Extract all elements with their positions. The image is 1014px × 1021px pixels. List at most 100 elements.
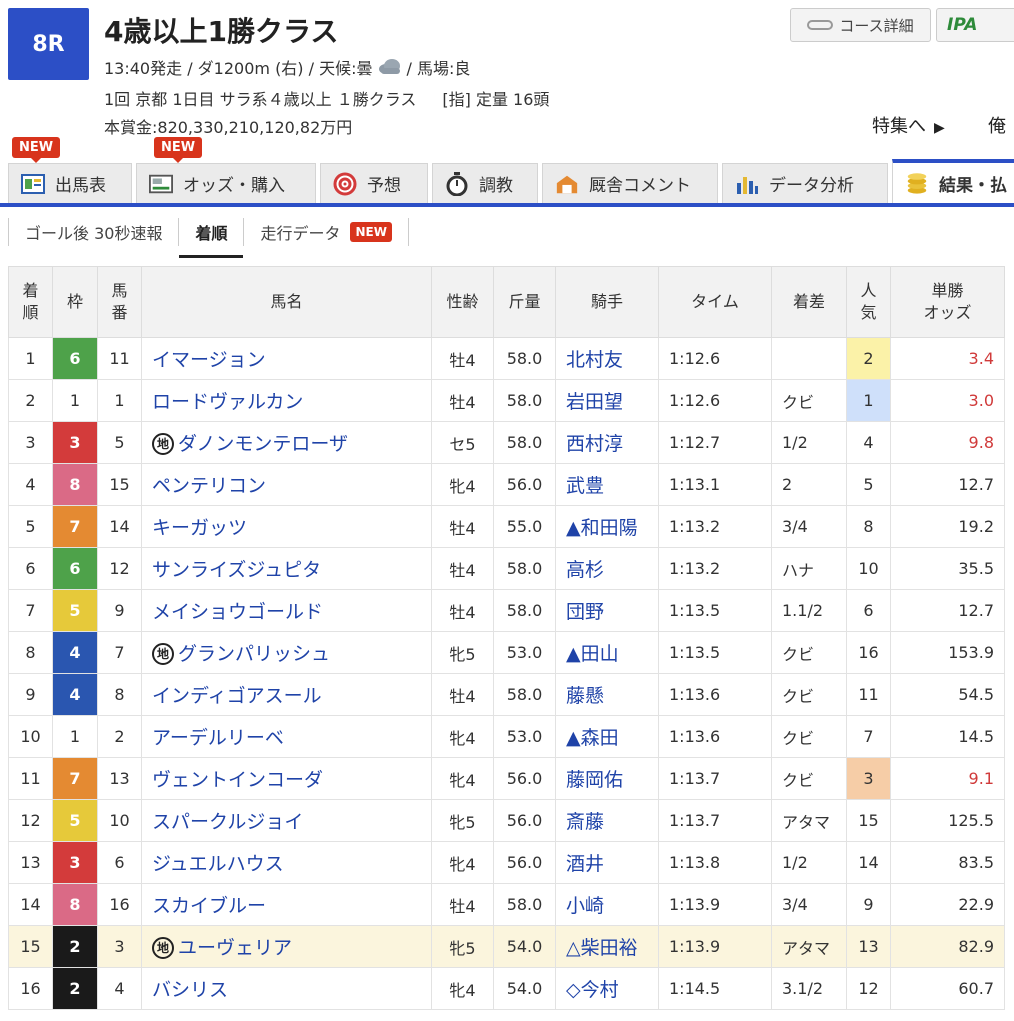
horse-name-link[interactable]: キーガッツ [152, 517, 247, 539]
subtab-finish-order[interactable]: 着順 [179, 218, 245, 258]
horse-name-link[interactable]: バシリス [152, 979, 228, 1001]
subtab-running-data-label: 走行データ [260, 224, 341, 243]
header-umaban-line2: 番 [111, 303, 128, 322]
jockey-link[interactable]: △柴田裕 [566, 937, 638, 959]
subtab-goal-flash[interactable]: ゴール後 30秒速報 [8, 218, 180, 246]
table-header-row: 着順 枠 馬番 馬名 性齢 斤量 騎手 タイム 着差 人気 単勝 オッズ [8, 266, 1005, 338]
jockey-link[interactable]: 高杉 [566, 559, 604, 581]
jockey-link[interactable]: 団野 [566, 601, 604, 623]
feature-next-link[interactable]: 俺 [988, 112, 1006, 138]
tab-odds[interactable]: オッズ・購入 [136, 163, 316, 203]
horse-name-link[interactable]: スパークルジョイ [152, 811, 303, 833]
horse-name-link[interactable]: ユーヴェリア [178, 937, 292, 959]
horse-name-cell: ジュエルハウス [141, 841, 432, 884]
jockey-link[interactable]: ▲森田 [566, 727, 619, 749]
jockey-link[interactable]: 藤懸 [566, 685, 604, 707]
table-row: 11 7 13 ヴェントインコーダ 牝4 56.0 藤岡佑 1:13.7 クビ 3 9.1 [8, 757, 1005, 800]
popularity-cell: 16 [846, 631, 891, 674]
time-cell: 1:12.6 [658, 379, 772, 422]
sex-age-cell: 牝5 [431, 799, 494, 842]
time-cell: 1:13.9 [658, 925, 772, 968]
horse-name-link[interactable]: グランパリッシュ [178, 643, 330, 665]
horse-name-link[interactable]: イマージョン [152, 349, 266, 371]
tab-racecard[interactable]: 出馬表 [8, 163, 132, 203]
weight-cell: 54.0 [493, 925, 556, 968]
sex-age-cell: 牡4 [431, 547, 494, 590]
header-rank: 着順 [8, 266, 53, 338]
jockey-link[interactable]: ▲田山 [566, 643, 619, 665]
tab-stable-comment[interactable]: 厩舎コメント [542, 163, 718, 203]
umaban-cell: 15 [97, 463, 142, 506]
horse-name-link[interactable]: アーデルリーベ [152, 727, 284, 749]
horse-name-link[interactable]: ペンテリコン [152, 475, 266, 497]
odds-cell: 22.9 [890, 883, 1005, 926]
table-row: 6 6 12 サンライズジュピタ 牡4 58.0 高杉 1:13.2 ハナ 10 35.5 [8, 547, 1005, 590]
rank-cell: 1 [8, 337, 53, 380]
popularity-cell: 10 [846, 547, 891, 590]
jockey-link[interactable]: 武豊 [566, 475, 604, 497]
jockey-link[interactable]: 藤岡佑 [566, 769, 623, 791]
course-detail-button[interactable]: コース詳細 [790, 8, 931, 42]
waku-cell: 7 [52, 757, 98, 800]
weight-cell: 53.0 [493, 715, 556, 758]
horse-name-link[interactable]: ジュエルハウス [152, 853, 284, 875]
jockey-cell: 西村淳 [555, 421, 659, 464]
table-row: 7 5 9 メイショウゴールド 牡4 58.0 団野 1:13.5 1.1/2 6 12.7 [8, 589, 1005, 632]
tab-prediction[interactable]: 予想 [320, 163, 428, 203]
popularity-cell: 15 [846, 799, 891, 842]
ipat-button[interactable]: IPA [936, 8, 1014, 42]
time-cell: 1:13.6 [658, 715, 772, 758]
horse-name-link[interactable]: スカイブルー [152, 895, 266, 917]
weight-cell: 58.0 [493, 673, 556, 716]
margin-cell: クビ [771, 631, 847, 674]
race-meta: 13:40発走 / ダ1200m (右) / 天候:曇 / 馬場:良 [104, 55, 470, 79]
jockey-link[interactable]: ▲和田陽 [566, 517, 638, 539]
horse-name-cell: イマージョン [141, 337, 432, 380]
jockey-link[interactable]: 北村友 [566, 349, 623, 371]
umaban-cell: 13 [97, 757, 142, 800]
horse-name-link[interactable]: ロードヴァルカン [152, 391, 303, 413]
tab-training[interactable]: 調教 [432, 163, 538, 203]
horse-name-link[interactable]: ダノンモンテローザ [178, 433, 348, 455]
popularity-cell: 12 [846, 967, 891, 1010]
jockey-link[interactable]: 小崎 [566, 895, 604, 917]
horse-name-link[interactable]: メイショウゴールド [152, 601, 323, 623]
odds-cell: 9.8 [890, 421, 1005, 464]
horse-name-cell: 地グランパリッシュ [141, 631, 432, 674]
time-cell: 1:13.7 [658, 757, 772, 800]
jockey-link[interactable]: 酒井 [566, 853, 604, 875]
jockey-link[interactable]: ◇今村 [566, 979, 619, 1001]
time-cell: 1:13.7 [658, 799, 772, 842]
feature-link[interactable]: 特集へ ▶ [872, 112, 945, 138]
umaban-cell: 3 [97, 925, 142, 968]
horse-name-link[interactable]: ヴェントインコーダ [152, 769, 323, 791]
table-row: 1 6 11 イマージョン 牡4 58.0 北村友 1:12.6 2 3.4 [8, 337, 1005, 380]
table-row: 15 2 3 地ユーヴェリア 牝5 54.0 △柴田裕 1:13.9 アタマ 13 82.9 [8, 925, 1005, 968]
jockey-cell: 岩田望 [555, 379, 659, 422]
rank-cell: 12 [8, 799, 53, 842]
header-horse-name: 馬名 [141, 266, 432, 338]
umaban-cell: 12 [97, 547, 142, 590]
time-cell: 1:13.2 [658, 547, 772, 590]
odds-cell: 35.5 [890, 547, 1005, 590]
jockey-cell: ▲田山 [555, 631, 659, 674]
subtab-running-data[interactable]: 走行データ NEW [244, 218, 409, 246]
tab-data-analysis[interactable]: データ分析 [722, 163, 888, 203]
waku-cell: 2 [52, 967, 98, 1010]
popularity-cell: 9 [846, 883, 891, 926]
sex-age-cell: セ5 [431, 421, 494, 464]
sex-age-cell: 牝4 [431, 841, 494, 884]
horse-name-link[interactable]: インディゴアスール [152, 685, 322, 707]
horse-name-link[interactable]: サンライズジュピタ [152, 559, 321, 581]
time-cell: 1:13.2 [658, 505, 772, 548]
waku-cell: 5 [52, 799, 98, 842]
tab-results[interactable]: 結果・払 [892, 159, 1014, 203]
umaban-cell: 10 [97, 799, 142, 842]
jockey-link[interactable]: 岩田望 [566, 391, 623, 413]
horse-name-cell: スパークルジョイ [141, 799, 432, 842]
jockey-link[interactable]: 斎藤 [566, 811, 604, 833]
jockey-cell: ▲森田 [555, 715, 659, 758]
rank-cell: 4 [8, 463, 53, 506]
jockey-link[interactable]: 西村淳 [566, 433, 623, 455]
rank-cell: 10 [8, 715, 53, 758]
